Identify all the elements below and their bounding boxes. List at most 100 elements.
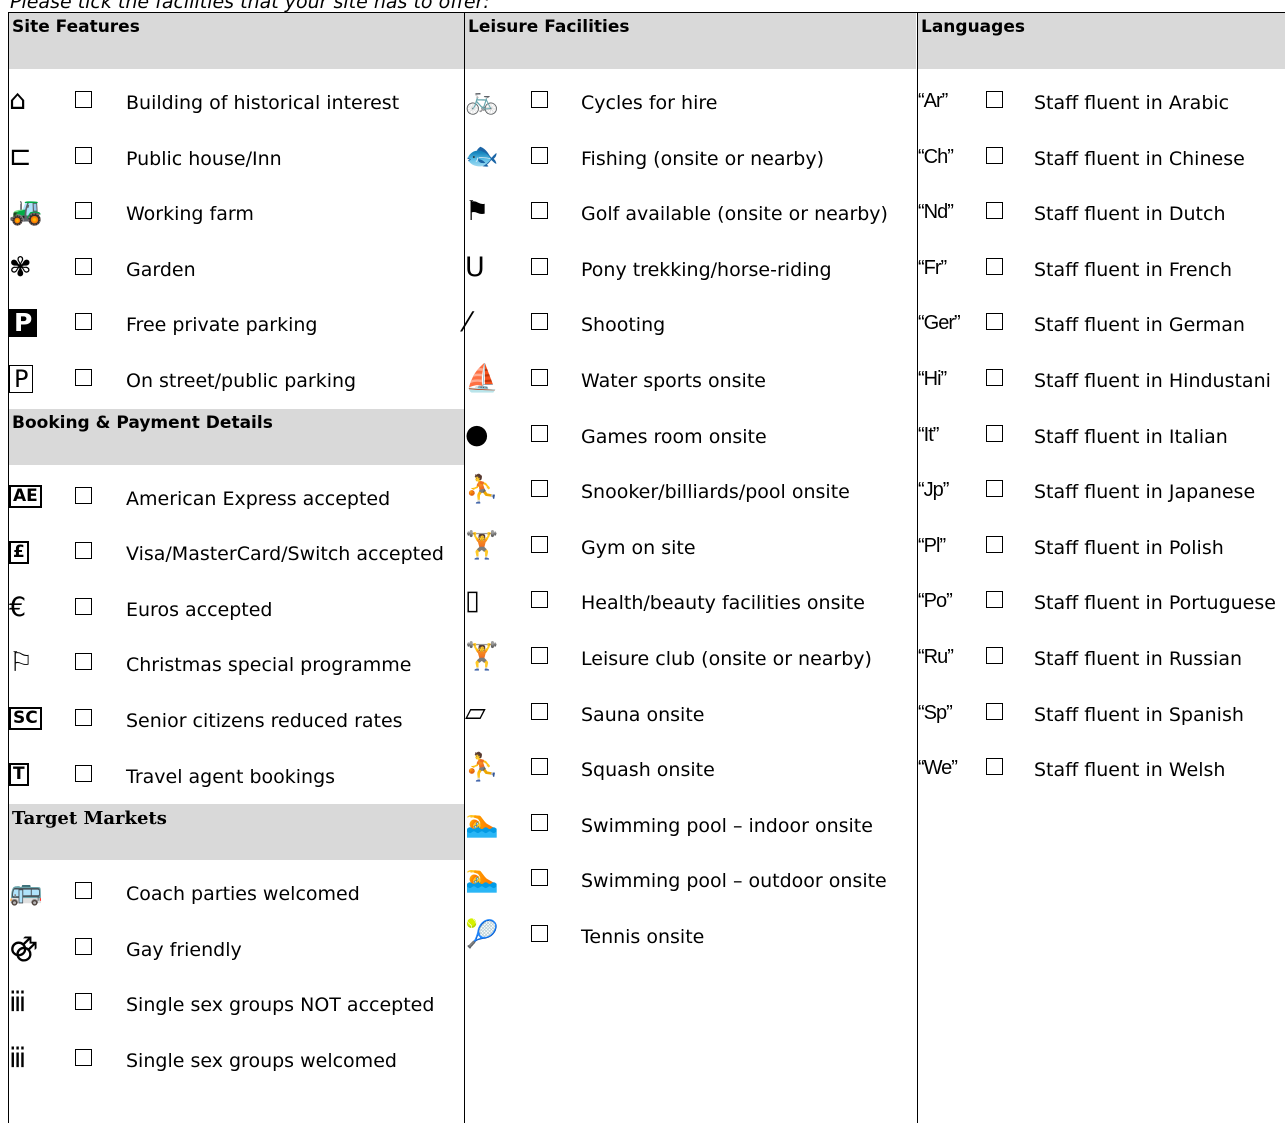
tick-checkbox[interactable] (75, 257, 92, 275)
facility-label: Staff fluent in Polish (1034, 536, 1224, 559)
list-item: “Jp” Staff fluent in Japanese (918, 464, 1285, 520)
list-item: ⚐ Christmas special programme (9, 637, 464, 693)
tick-checkbox[interactable] (75, 882, 92, 900)
facility-label: Staff fluent in Welsh (1034, 759, 1226, 782)
tick-checkbox[interactable] (531, 535, 548, 553)
facility-label: Travel agent bookings (126, 765, 336, 788)
list-item: 🎾 Tennis onsite (465, 909, 916, 965)
single-sex-not-accepted-icon: ⅲ (9, 987, 27, 1019)
list-item: “Ger” Staff fluent in German (918, 297, 1285, 353)
list-item: “Hi” Staff fluent in Hindustani (918, 353, 1285, 409)
tick-checkbox[interactable] (75, 653, 92, 671)
facility-label: Christmas special programme (126, 654, 412, 677)
section-header: Leisure Facilities (465, 13, 916, 69)
tick-checkbox[interactable] (75, 202, 92, 220)
tick-checkbox[interactable] (531, 146, 548, 164)
facility-label: Free private parking (126, 314, 318, 337)
tick-checkbox[interactable] (75, 1048, 92, 1066)
list-item: ⛵ Water sports onsite (465, 353, 916, 409)
tick-checkbox[interactable] (531, 702, 548, 720)
tick-checkbox[interactable] (986, 646, 1003, 664)
cycle-icon: 🚲 (465, 85, 499, 116)
facility-label: Building of historical interest (126, 92, 400, 114)
facility-label: Pony trekking/horse-riding (581, 258, 832, 281)
tick-checkbox[interactable] (531, 91, 548, 108)
list-item: 🏊 Swimming pool – indoor onsite (465, 798, 916, 854)
facility-label: Euros accepted (126, 598, 273, 621)
tick-checkbox[interactable] (531, 424, 548, 442)
tick-checkbox[interactable] (531, 758, 548, 776)
tick-checkbox[interactable] (75, 146, 92, 164)
list-item: 🚲 Cycles for hire (465, 75, 916, 131)
tick-checkbox[interactable] (986, 758, 1003, 776)
tick-checkbox[interactable] (75, 542, 92, 560)
historic-building-icon: ⌂ (9, 85, 27, 116)
leisure-club-icon: 🏋 (465, 640, 499, 672)
japanese-icon: “Jp” (918, 479, 949, 502)
tick-checkbox[interactable] (531, 813, 548, 831)
facility-label: Staff fluent in Spanish (1034, 703, 1244, 726)
tractor-icon: 🚜 (9, 196, 43, 228)
tick-checkbox[interactable] (531, 257, 548, 275)
facility-label: Health/beauty facilities onsite (581, 592, 865, 615)
tick-checkbox[interactable] (531, 924, 548, 942)
section-booking: Booking & Payment Details AE American Exp… (9, 408, 464, 805)
tick-checkbox[interactable] (531, 202, 548, 220)
tick-checkbox[interactable] (986, 146, 1003, 164)
tick-checkbox[interactable] (986, 313, 1003, 331)
tick-checkbox[interactable] (75, 486, 92, 504)
list-item: € Euros accepted (9, 582, 464, 638)
tick-checkbox[interactable] (986, 535, 1003, 553)
tick-checkbox[interactable] (75, 993, 92, 1011)
sauna-icon: ▱ (465, 696, 486, 728)
indoor-pool-icon: 🏊 (465, 807, 499, 839)
tick-checkbox[interactable] (531, 869, 548, 887)
list-item: ▱ Sauna onsite (465, 687, 916, 743)
tick-checkbox[interactable] (986, 591, 1003, 609)
tick-checkbox[interactable] (75, 313, 92, 331)
tick-checkbox[interactable] (531, 368, 548, 386)
tick-checkbox[interactable] (531, 313, 548, 331)
tick-checkbox[interactable] (75, 937, 92, 955)
single-sex-welcomed-icon: ⅲ (9, 1042, 27, 1074)
golf-flag-icon: ⚑ (465, 196, 490, 228)
tick-checkbox[interactable] (986, 424, 1003, 442)
tick-checkbox[interactable] (75, 368, 92, 386)
facility-label: Sauna onsite (581, 703, 705, 726)
tick-checkbox[interactable] (986, 368, 1003, 386)
facility-label: Staff fluent in Japanese (1034, 481, 1256, 504)
list-item: “Fr” Staff fluent in French (918, 242, 1285, 298)
gay-friendly-icon: ⚣ (9, 931, 39, 963)
list-item: 🚜 Working farm (9, 186, 464, 242)
tick-checkbox[interactable] (75, 597, 92, 615)
tick-checkbox[interactable] (986, 702, 1003, 720)
facility-label: Staff fluent in Chinese (1034, 147, 1245, 170)
list-item: ⛹ Snooker/billiards/pool onsite (465, 464, 916, 520)
facility-label: Staff fluent in Italian (1034, 425, 1228, 448)
list-item: “It” Staff fluent in Italian (918, 409, 1285, 465)
tennis-icon: 🎾 (465, 918, 499, 950)
tick-checkbox[interactable] (531, 480, 548, 498)
tick-checkbox[interactable] (986, 480, 1003, 498)
tick-checkbox[interactable] (986, 91, 1003, 108)
list-item: “Ar” Staff fluent in Arabic (918, 75, 1285, 131)
tick-checkbox[interactable] (986, 257, 1003, 275)
tick-checkbox[interactable] (75, 708, 92, 726)
facility-label: Gay friendly (126, 938, 242, 961)
tick-checkbox[interactable] (75, 91, 92, 108)
tick-checkbox[interactable] (531, 646, 548, 664)
list-item: ✾ Garden (9, 242, 464, 298)
hindustani-icon: “Hi” (918, 367, 947, 390)
list-item: ⊏ Public house/Inn (9, 131, 464, 187)
arabic-icon: “Ar” (918, 90, 948, 112)
facility-label: Staff fluent in Arabic (1034, 92, 1230, 114)
section-header: Booking & Payment Details (9, 408, 464, 465)
facility-label: Staff fluent in Portuguese (1034, 592, 1276, 615)
section-header: Languages (918, 13, 1285, 69)
list-item: 🏋 Gym on site (465, 520, 916, 576)
tick-checkbox[interactable] (531, 591, 548, 609)
tick-checkbox[interactable] (986, 202, 1003, 220)
facility-label: On street/public parking (126, 369, 357, 392)
column-languages: Languages “Ar” Staff fluent in Arabic “Ch”… (918, 13, 1285, 798)
tick-checkbox[interactable] (75, 764, 92, 782)
